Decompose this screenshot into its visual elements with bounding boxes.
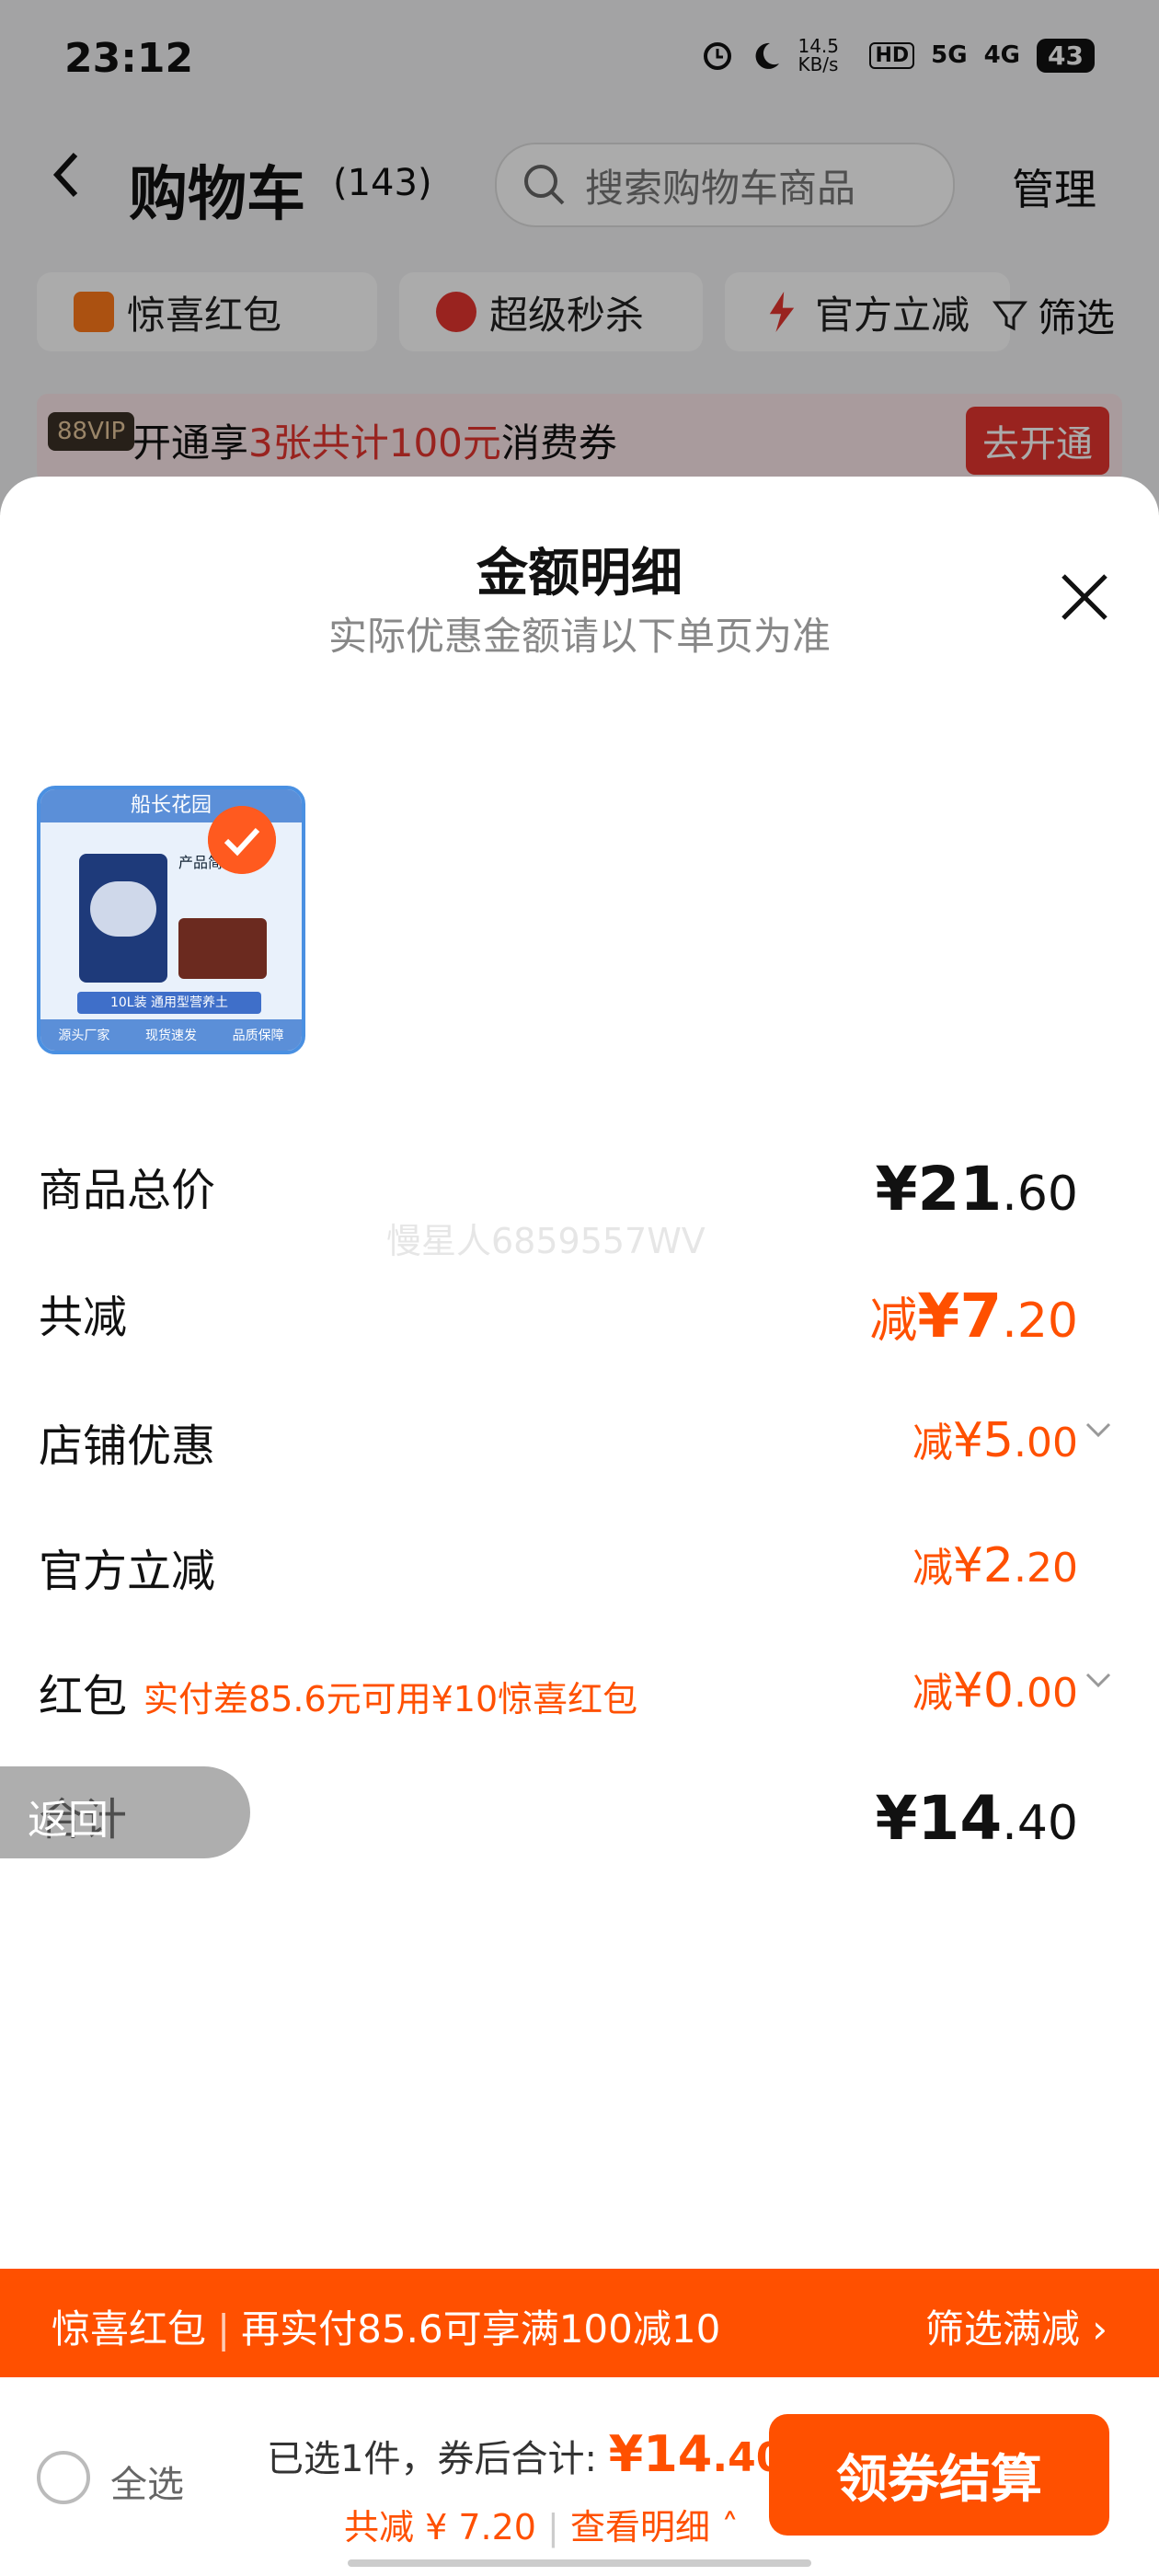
red-packet-hint: 实付差85.6元可用¥10惊喜红包 — [143, 1679, 638, 1719]
chevron-up-icon: ˄ — [721, 2507, 740, 2547]
row-label: 共减 — [39, 1292, 128, 1343]
promo-text: 惊喜红包 | 再实付85.6可享满100减10 — [52, 2306, 721, 2352]
thumb-footer: 源头厂家 现货速发 品质保障 — [40, 1019, 302, 1051]
product-bag-label — [90, 881, 156, 937]
checkout-button[interactable]: 领券结算 — [769, 2414, 1109, 2536]
gesture-back-pill[interactable]: 返回 — [0, 1766, 250, 1858]
chevron-down-icon[interactable] — [1085, 1422, 1111, 1439]
chevron-down-icon[interactable] — [1085, 1673, 1111, 1689]
total-discount-value: 减¥7.20 — [869, 1281, 1078, 1351]
row-total-discount: 共减 减¥7.20 — [39, 1281, 1078, 1354]
promo-filter-link[interactable]: 筛选满减 › — [925, 2298, 1107, 2354]
red-packet-value: 减¥0.00 — [912, 1663, 1078, 1719]
thumb-strip: 10L装 通用型营养土 — [77, 992, 261, 1014]
select-all-checkbox[interactable] — [37, 2451, 90, 2504]
official-discount-value: 减¥2.20 — [912, 1538, 1078, 1593]
row-official-discount: 官方立减 减¥2.20 — [39, 1535, 1078, 1599]
sheet-subtitle: 实际优惠金额请以下单页为准 — [327, 614, 831, 659]
row-label: 官方立减 — [39, 1546, 216, 1597]
watermark: 慢星人6859557WV — [386, 1221, 706, 1261]
row-label: 店铺优惠 — [39, 1420, 216, 1472]
home-indicator[interactable] — [348, 2559, 811, 2567]
checkout-footer: 全选 已选1件，券后合计: ¥14.40 共减 ¥ 7.20 | 查看明细 ˄ … — [0, 2377, 1159, 2576]
back-label: 返回 — [28, 1797, 109, 1844]
promo-bar[interactable]: 惊喜红包 | 再实付85.6可享满100减10 筛选满减 › — [0, 2269, 1159, 2377]
row-red-packet[interactable]: 红包 实付差85.6元可用¥10惊喜红包 减¥0.00 — [39, 1660, 1111, 1724]
close-icon[interactable] — [1058, 570, 1111, 624]
row-label: 红包 实付差85.6元可用¥10惊喜红包 — [39, 1671, 638, 1722]
row-shop-discount[interactable]: 店铺优惠 减¥5.00 — [39, 1409, 1111, 1474]
select-all-label[interactable]: 全选 — [110, 2455, 184, 2508]
saved-summary[interactable]: 共减 ¥ 7.20 | 查看明细 ˄ — [344, 2499, 739, 2549]
grand-total-value: ¥14.40 — [875, 1783, 1079, 1854]
chevron-right-icon: › — [1092, 2306, 1107, 2352]
goods-total-value: ¥21.60 — [875, 1154, 1079, 1225]
selected-summary: 已选1件，券后合计: ¥14.40 — [267, 2425, 785, 2483]
row-label: 商品总价 — [39, 1165, 216, 1216]
modal-overlay[interactable] — [0, 0, 1159, 515]
sheet-title: 金额明细 — [476, 544, 683, 604]
product-soil-image — [178, 918, 267, 979]
selected-check-icon[interactable] — [208, 806, 276, 874]
amount-detail-sheet: 金额明细 实际优惠金额请以下单页为准 船长花园 产品简介 10L装 通用型营养土… — [0, 477, 1159, 2576]
shop-discount-value: 减¥5.00 — [912, 1413, 1078, 1468]
